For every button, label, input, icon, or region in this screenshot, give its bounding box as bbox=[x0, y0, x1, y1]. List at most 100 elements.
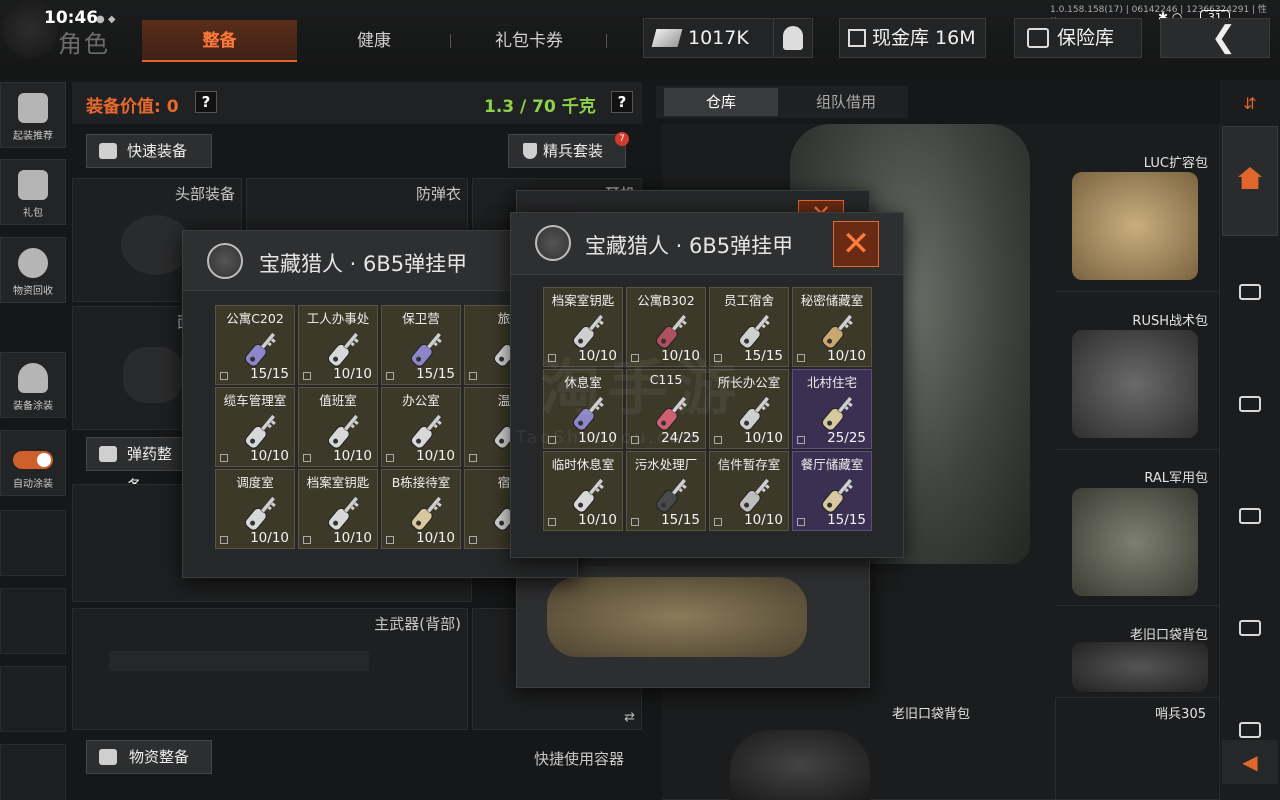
key-name: 秘密储藏室 bbox=[800, 293, 864, 308]
key-name: 餐厅储藏室 bbox=[800, 457, 864, 472]
bag-label: 老旧口袋背包 bbox=[1129, 628, 1208, 643]
popup-title: 宝藏猎人 · 6B5弹挂甲 bbox=[585, 234, 794, 258]
key-item[interactable]: 公寓C202 15/15 bbox=[215, 305, 295, 385]
key-item[interactable]: 档案室钥匙 10/10 bbox=[298, 469, 378, 549]
key-item[interactable]: 值班室 10/10 bbox=[298, 387, 378, 467]
key-icon bbox=[317, 406, 365, 454]
key-item[interactable]: 调度室 10/10 bbox=[215, 469, 295, 549]
key-count: 15/15 bbox=[250, 366, 289, 382]
key-name: 临时休息室 bbox=[551, 457, 615, 472]
key-icon bbox=[317, 488, 365, 536]
globe-icon bbox=[207, 243, 243, 279]
category-button[interactable] bbox=[1222, 496, 1278, 540]
key-item[interactable]: 餐厅储藏室 15/15 bbox=[792, 451, 872, 531]
rifle-silhouette-icon bbox=[109, 651, 369, 671]
ammo-sort-button[interactable]: 弹药整备 bbox=[86, 437, 186, 495]
tab-warehouse[interactable]: 仓库 bbox=[664, 88, 778, 116]
bound-lock-icon bbox=[797, 436, 805, 444]
key-item[interactable]: 缆车管理室 10/10 bbox=[215, 387, 295, 467]
cash-stash-button[interactable]: 现金库 16M bbox=[839, 18, 986, 58]
category-button[interactable] bbox=[1222, 608, 1278, 652]
tab-team-borrow[interactable]: 组队借用 bbox=[788, 88, 904, 116]
sidebar-item-label: 自动涂装 bbox=[13, 479, 53, 490]
safe-button[interactable]: 保险库 bbox=[1014, 18, 1142, 58]
sidebar-item-gift[interactable]: 礼包 bbox=[0, 159, 66, 225]
key-icon bbox=[728, 470, 776, 518]
key-item[interactable]: 信件暂存室 10/10 bbox=[709, 451, 789, 531]
back-button[interactable]: ❮ bbox=[1160, 18, 1270, 58]
key-item[interactable]: B栋接待室 10/10 bbox=[381, 469, 461, 549]
key-name: 办公室 bbox=[402, 393, 440, 408]
supply-sort-button[interactable]: 物资整备 bbox=[86, 740, 212, 774]
sidebar-item-auto-paint[interactable]: 自动涂装 bbox=[0, 430, 66, 496]
sidebar-item-loadout-recommend[interactable]: 起装推荐 bbox=[0, 82, 66, 148]
key-name: 档案室钥匙 bbox=[306, 475, 370, 490]
key-name: 员工宿舍 bbox=[723, 293, 774, 308]
cash-stack-icon bbox=[651, 29, 683, 47]
swap-icon[interactable]: ⇄ bbox=[624, 710, 635, 725]
category-button[interactable] bbox=[1222, 272, 1278, 316]
auto-paint-toggle[interactable] bbox=[13, 451, 53, 469]
bound-lock-icon bbox=[469, 536, 477, 544]
paint-helmet-icon bbox=[18, 363, 48, 393]
tab-equipment[interactable]: 整备 bbox=[142, 20, 297, 62]
ral-backpack-image[interactable] bbox=[1072, 488, 1198, 596]
key-item[interactable]: 临时休息室 10/10 bbox=[543, 451, 623, 531]
key-name: 信件暂存室 bbox=[717, 457, 781, 472]
ammo-icon bbox=[99, 446, 117, 462]
shield-icon bbox=[523, 143, 537, 159]
help-icon[interactable]: ? bbox=[611, 91, 633, 113]
help-icon[interactable]: ? bbox=[195, 91, 217, 113]
globe-icon bbox=[535, 225, 571, 261]
bag-label: LUC扩容包 bbox=[1143, 156, 1208, 171]
close-button[interactable]: ✕ bbox=[833, 221, 879, 267]
money-button[interactable]: 1017K bbox=[643, 18, 775, 58]
bag-strap-image[interactable] bbox=[730, 730, 870, 800]
rush-backpack-image[interactable] bbox=[1072, 330, 1198, 438]
key-item[interactable]: 保卫营 15/15 bbox=[381, 305, 461, 385]
key-name: 值班室 bbox=[319, 393, 357, 408]
sidebar-item-paint[interactable]: 装备涂装 bbox=[0, 352, 66, 418]
key-icon bbox=[645, 470, 693, 518]
key-count: 15/15 bbox=[416, 366, 455, 382]
key-count: 10/10 bbox=[333, 530, 372, 546]
collapse-button[interactable]: ◀ bbox=[1222, 740, 1278, 784]
elite-set-badge: 7 bbox=[615, 132, 629, 146]
tab-gift-cards[interactable]: 礼包卡券 bbox=[455, 20, 603, 62]
tab-divider bbox=[450, 34, 451, 48]
key-item[interactable]: 污水处理厂 15/15 bbox=[626, 451, 706, 531]
tab-divider bbox=[606, 34, 607, 48]
bound-lock-icon bbox=[220, 536, 228, 544]
key-count: 10/10 bbox=[250, 448, 289, 464]
home-button[interactable] bbox=[1222, 126, 1278, 236]
back-arrow-icon: ❮ bbox=[1211, 20, 1237, 55]
key-item[interactable]: 工人办事处 10/10 bbox=[298, 305, 378, 385]
key-icon bbox=[811, 388, 859, 436]
helmet-silhouette-icon bbox=[121, 215, 191, 275]
quick-equip-button[interactable]: 快速装备 bbox=[86, 134, 212, 168]
bound-lock-icon bbox=[386, 454, 394, 462]
key-item[interactable]: 北村住宅 25/25 bbox=[792, 369, 872, 449]
sidebar-empty-slot bbox=[0, 744, 66, 800]
luc-backpack-image[interactable] bbox=[1072, 172, 1198, 280]
key-item[interactable]: 秘密储藏室 10/10 bbox=[792, 287, 872, 367]
main-weapon-back-slot[interactable]: 主武器(背部) bbox=[72, 608, 468, 730]
category-button[interactable] bbox=[1222, 384, 1278, 428]
key-name: 调度室 bbox=[236, 475, 274, 490]
key-item[interactable]: 办公室 10/10 bbox=[381, 387, 461, 467]
bag-label: RUSH战术包 bbox=[1132, 314, 1208, 329]
category-button[interactable] bbox=[1222, 710, 1278, 738]
bound-lock-icon bbox=[220, 372, 228, 380]
key-name: B栋接待室 bbox=[391, 475, 451, 490]
sidebar-item-recycle[interactable]: 物资回收 bbox=[0, 237, 66, 303]
sort-button[interactable]: ⇵ bbox=[1222, 84, 1278, 128]
old-pocket-backpack-image[interactable] bbox=[1072, 642, 1208, 692]
crate-icon bbox=[1239, 722, 1261, 738]
key-count: 10/10 bbox=[416, 530, 455, 546]
key-name: 公寓C202 bbox=[226, 311, 284, 326]
money-amount: 1017K bbox=[688, 27, 749, 49]
agent-button[interactable] bbox=[773, 18, 813, 58]
elite-set-button[interactable]: 精兵套装 bbox=[508, 134, 626, 168]
tab-health[interactable]: 健康 bbox=[300, 20, 448, 62]
bound-lock-icon bbox=[220, 454, 228, 462]
